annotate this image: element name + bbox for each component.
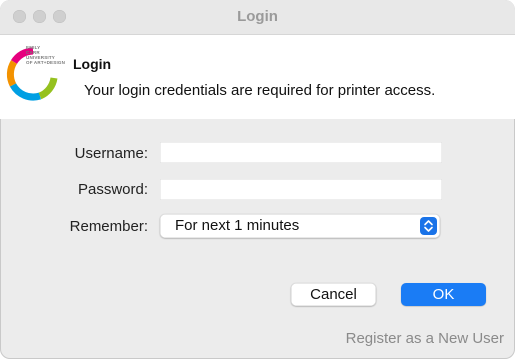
remember-select-value: For next 1 minutes [175,217,300,234]
remember-label: Remember: [69,218,148,235]
ok-button[interactable]: OK [401,283,486,306]
header-title: Login [73,56,112,72]
register-new-user-link[interactable]: Register as a New User [346,330,504,347]
logo-line: OF ART+DESIGN [26,60,66,65]
header-message: Your login credentials are required for … [84,82,436,99]
login-dialog: Login EMILY CARR UNIVERSITY OF ART+DESIG… [0,0,515,359]
password-field[interactable] [160,179,442,200]
cancel-button[interactable]: Cancel [291,283,376,306]
username-field[interactable] [160,142,442,163]
window-title: Login [237,8,278,25]
up-down-chevron-icon [420,217,437,235]
title-bar: Login [0,0,515,35]
logo-wordmark: EMILY CARR UNIVERSITY OF ART+DESIGN [26,45,65,65]
remember-select[interactable]: For next 1 minutes [160,214,440,238]
username-label: Username: [74,145,148,162]
password-label: Password: [77,181,148,198]
dialog-header: EMILY CARR UNIVERSITY OF ART+DESIGN Logi… [0,35,515,119]
